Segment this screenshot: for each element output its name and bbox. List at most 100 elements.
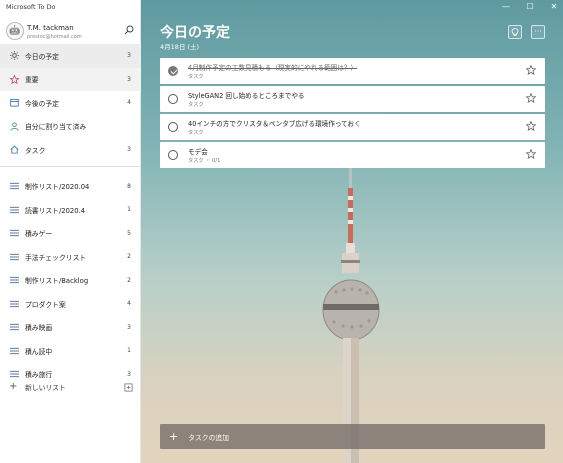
list-icon xyxy=(9,322,19,332)
star-icon[interactable] xyxy=(526,149,536,159)
sidebar-item-label: 制作リスト/2020.04 xyxy=(25,183,90,192)
profile[interactable]: 🤖 T.M. tackman prestoc@hotmail.com xyxy=(6,22,136,42)
sun-icon xyxy=(9,51,19,61)
star-icon[interactable] xyxy=(526,65,536,75)
list-icon xyxy=(9,369,19,379)
sidebar-list-item[interactable]: 積みゲー 5 xyxy=(0,222,141,246)
sidebar-item-count: 1 xyxy=(127,206,131,214)
sidebar-list-item[interactable]: 積み映画 3 xyxy=(0,316,141,340)
list-icon xyxy=(9,228,19,238)
list-icon xyxy=(9,252,19,262)
list-icon xyxy=(9,299,19,309)
page-date: 4月18日 (土) xyxy=(160,43,200,51)
sidebar-item-label: 積ん読中 xyxy=(25,347,53,356)
complete-checkbox[interactable] xyxy=(168,66,178,76)
new-group-icon[interactable] xyxy=(124,383,133,392)
sidebar: Microsoft To Do 🤖 T.M. tackman prestoc@h… xyxy=(0,0,141,463)
task-title: 40インチの方でクリスタ＆ペンタブ広げる環境作っておく xyxy=(188,120,361,128)
sidebar-item-today[interactable]: 今日の予定 3 xyxy=(0,44,141,68)
sidebar-item-count: 3 xyxy=(127,75,131,83)
task-item[interactable]: モデ会 タスク ・ 0/1 xyxy=(160,142,545,168)
sidebar-item-label: 積み映画 xyxy=(25,324,53,333)
sidebar-list-item[interactable]: 制作リスト/Backlog 2 xyxy=(0,269,141,293)
sidebar-item-tasks[interactable]: タスク 3 xyxy=(0,138,141,162)
complete-checkbox[interactable] xyxy=(168,94,178,104)
new-list-button[interactable]: + 新しいリスト xyxy=(0,380,141,394)
complete-checkbox[interactable] xyxy=(168,122,178,132)
task-meta: タスク ・ 0/1 xyxy=(188,158,221,164)
sidebar-item-count: 4 xyxy=(127,300,131,308)
sidebar-item-important[interactable]: 重要 3 xyxy=(0,67,141,91)
task-meta: タスク xyxy=(188,130,204,136)
suggestions-button[interactable] xyxy=(508,25,522,39)
app-title: Microsoft To Do xyxy=(6,3,56,11)
sidebar-item-count: 3 xyxy=(127,146,131,154)
task-title: モデ会 xyxy=(188,148,208,156)
sidebar-item-count: 5 xyxy=(127,229,131,237)
sidebar-item-label: 手法チェックリスト xyxy=(25,253,87,262)
task-item[interactable]: StyleGAN2 回し始めるところまでやる タスク xyxy=(160,86,545,112)
sidebar-item-label: 積みゲー xyxy=(25,230,53,239)
task-meta: タスク xyxy=(188,102,204,108)
search-icon[interactable] xyxy=(124,25,134,35)
main-panel: — ☐ ✕ 今日の予定 4月18日 (土) ··· 4月制作予定の工数見積もる（… xyxy=(141,0,563,463)
sidebar-item-count: 2 xyxy=(127,253,131,261)
sidebar-list-item[interactable]: 読書リスト/2020.4 1 xyxy=(0,198,141,222)
sidebar-item-count: 3 xyxy=(127,52,131,60)
tower-background-image xyxy=(322,160,380,463)
add-task-label: タスクの追加 xyxy=(188,433,229,442)
sidebar-item-label: タスク xyxy=(25,146,46,155)
calendar-icon xyxy=(9,98,19,108)
window-controls: — ☐ ✕ xyxy=(501,2,559,11)
sidebar-item-label: 読書リスト/2020.4 xyxy=(25,206,86,215)
complete-checkbox[interactable] xyxy=(168,150,178,160)
more-icon: ··· xyxy=(534,27,542,36)
sidebar-item-label: 今後の予定 xyxy=(25,99,59,108)
sidebar-item-count: 3 xyxy=(127,370,131,378)
plus-icon: + xyxy=(9,381,18,392)
star-icon[interactable] xyxy=(526,93,536,103)
sidebar-list-item[interactable]: プロダクト案 4 xyxy=(0,292,141,316)
nav-list: 今日の予定 3 重要 3 今後の予定 4 自分に割り当て済み タスク 3 制作リ… xyxy=(0,44,141,386)
lightbulb-icon xyxy=(511,27,519,36)
sidebar-list-item[interactable]: 手法チェックリスト 2 xyxy=(0,245,141,269)
plus-icon: + xyxy=(169,430,179,443)
list-icon xyxy=(9,181,19,191)
new-list-label: 新しいリスト xyxy=(25,384,66,392)
task-list: 4月制作予定の工数見積もる（現実的にやれる範囲は？） タスク StyleGAN2… xyxy=(160,58,545,170)
sidebar-item-count: 8 xyxy=(127,182,131,190)
profile-email: prestoc@hotmail.com xyxy=(27,34,82,40)
close-icon[interactable]: ✕ xyxy=(549,2,559,11)
sidebar-item-label: 積み旅行 xyxy=(25,371,53,380)
add-task-button[interactable]: + タスクの追加 xyxy=(160,424,545,449)
home-icon xyxy=(9,145,19,155)
sidebar-list-item[interactable]: 積ん読中 1 xyxy=(0,339,141,363)
minimize-icon[interactable]: — xyxy=(501,2,511,11)
task-item[interactable]: 40インチの方でクリスタ＆ペンタブ広げる環境作っておく タスク xyxy=(160,114,545,140)
task-title: 4月制作予定の工数見積もる（現実的にやれる範囲は？） xyxy=(188,64,358,72)
sidebar-divider xyxy=(0,165,141,167)
list-icon xyxy=(9,346,19,356)
more-options-button[interactable]: ··· xyxy=(531,25,545,39)
task-item[interactable]: 4月制作予定の工数見積もる（現実的にやれる範囲は？） タスク xyxy=(160,58,545,84)
sidebar-item-assigned[interactable]: 自分に割り当て済み xyxy=(0,115,141,139)
maximize-icon[interactable]: ☐ xyxy=(525,2,535,11)
person-icon xyxy=(9,121,19,131)
avatar[interactable]: 🤖 xyxy=(6,22,24,40)
sidebar-item-count: 2 xyxy=(127,276,131,284)
sidebar-item-label: 今日の予定 xyxy=(25,52,59,61)
page-title: 今日の予定 xyxy=(160,25,230,41)
sidebar-list-item[interactable]: 制作リスト/2020.04 8 xyxy=(0,175,141,199)
sidebar-item-count: 1 xyxy=(127,347,131,355)
list-icon xyxy=(9,205,19,215)
profile-name: T.M. tackman xyxy=(27,24,74,32)
sidebar-item-label: 重要 xyxy=(25,76,39,85)
task-meta: タスク xyxy=(188,74,204,80)
sidebar-item-label: 制作リスト/Backlog xyxy=(25,277,89,286)
sidebar-item-count: 4 xyxy=(127,99,131,107)
sidebar-item-label: 自分に割り当て済み xyxy=(25,123,87,132)
task-title: StyleGAN2 回し始めるところまでやる xyxy=(188,92,305,100)
sidebar-item-planned[interactable]: 今後の予定 4 xyxy=(0,91,141,115)
star-icon[interactable] xyxy=(526,121,536,131)
sidebar-item-count: 3 xyxy=(127,323,131,331)
